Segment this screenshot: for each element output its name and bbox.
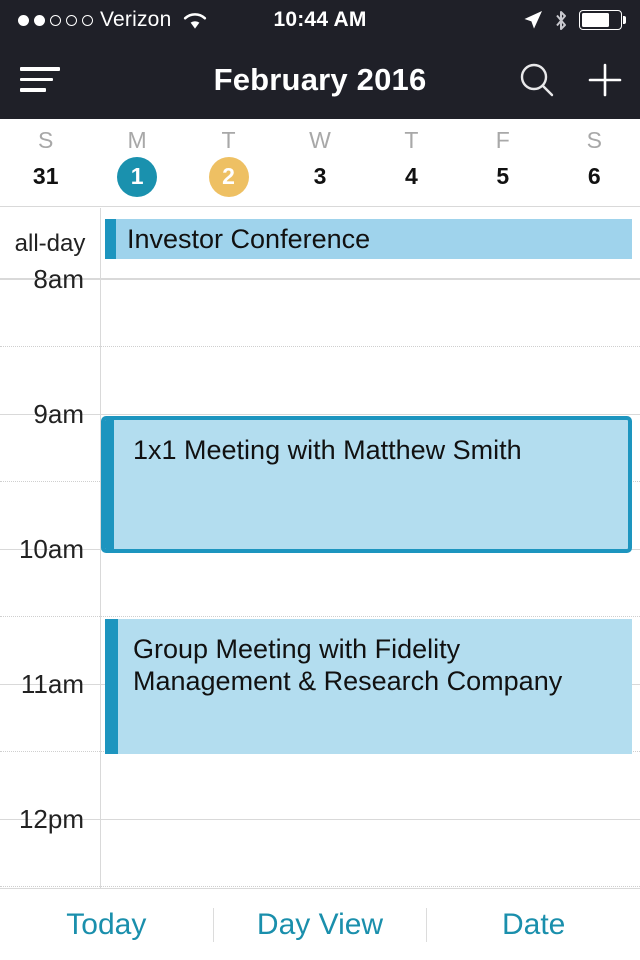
bluetooth-icon [555,10,566,30]
day-of-week-label: M [127,126,147,153]
battery-icon [578,10,626,30]
bottom-toolbar: Today Day View Date [0,888,640,960]
day-number-badge-selected: 2 [208,156,249,197]
week-day-5[interactable]: F 5 [457,119,548,206]
week-day-0[interactable]: S 31 [0,119,91,206]
event-accent-bar [105,619,118,754]
event-accent-bar [105,219,116,259]
day-number: 5 [496,163,510,189]
location-arrow-icon [524,11,542,29]
day-of-week-label: S [586,126,602,153]
date-button[interactable]: Date [427,909,640,940]
day-number-badge: 4 [391,157,431,197]
today-button[interactable]: Today [0,909,213,940]
event-1x1-meeting-matthew-smith[interactable]: 1x1 Meeting with Matthew Smith [101,416,632,553]
day-number: 6 [587,163,601,189]
day-number: 3 [313,163,327,189]
event-group-meeting-fidelity[interactable]: Group Meeting with Fidelity Management &… [105,619,632,754]
plus-icon[interactable] [586,61,624,99]
day-of-week-label: S [38,126,54,153]
day-number-badge: 5 [483,157,523,197]
week-day-3[interactable]: W 3 [274,119,365,206]
event-title: 1x1 Meeting with Matthew Smith [133,435,522,465]
event-title: Group Meeting with Fidelity Management &… [133,634,563,697]
navigation-bar: February 2016 [0,40,640,119]
week-day-2[interactable]: T 2 [183,119,274,206]
day-number: 1 [130,163,144,189]
day-of-week-label: F [495,126,510,153]
day-view-button[interactable]: Day View [214,909,427,940]
day-number: 31 [32,163,59,189]
day-number-badge-today: 1 [117,156,158,197]
search-icon[interactable] [518,61,556,99]
day-of-week-label: T [221,126,236,153]
events-layer: Investor Conference 1x1 Meeting with Mat… [0,208,640,888]
event-accent-bar [105,420,114,549]
status-bar: Verizon 10:44 AM [0,0,640,40]
day-number-badge: 31 [26,157,66,197]
week-day-6[interactable]: S 6 [549,119,640,206]
day-number: 2 [222,163,235,189]
event-title: Investor Conference [127,223,371,254]
day-number-badge: 6 [574,157,614,197]
day-number: 4 [404,163,418,189]
calendar-day-grid[interactable]: all-day 8am 9am 10am 11am 12pm Investor … [0,208,640,888]
status-bar-right [523,10,640,31]
day-of-week-label: T [404,126,419,153]
calendar-app-screen: Verizon 10:44 AM February 2016 S 31 M 1 … [0,0,640,960]
week-day-4[interactable]: T 4 [366,119,457,206]
navigation-bar-actions [518,61,624,99]
event-investor-conference[interactable]: Investor Conference [105,219,632,259]
week-day-1[interactable]: M 1 [91,119,182,206]
day-of-week-label: W [309,126,331,153]
week-day-strip: S 31 M 1 T 2 W 3 T 4 F 5 S 6 [0,119,640,207]
day-number-badge: 3 [300,157,340,197]
